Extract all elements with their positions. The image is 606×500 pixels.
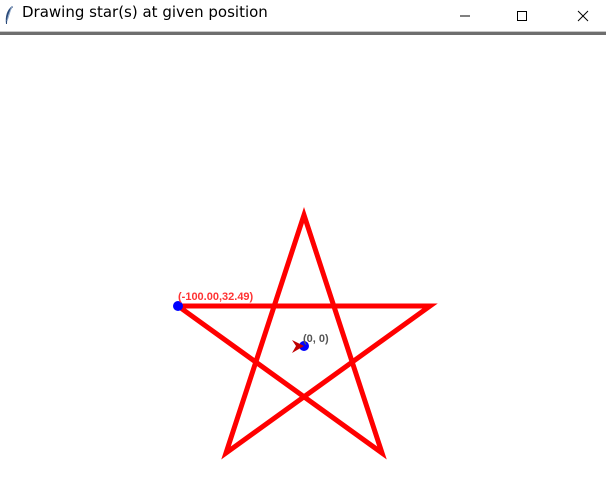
start-point-label: (-100.00,32.49) (178, 291, 254, 303)
window-title: Drawing star(s) at given position (22, 3, 268, 21)
title-bar[interactable]: Drawing star(s) at given position (0, 0, 606, 31)
maximize-button[interactable] (499, 0, 545, 31)
minimize-icon (460, 15, 470, 16)
canvas-svg: (-100.00,32.49) (0, 0) (173, 206, 438, 460)
origin-label: (0, 0) (303, 333, 329, 345)
feather-icon (4, 5, 14, 25)
drawing-canvas[interactable]: (-100.00,32.49) (0, 0) (0, 35, 606, 500)
maximize-icon (517, 10, 527, 21)
close-icon (577, 10, 589, 21)
close-button[interactable] (560, 0, 606, 31)
minimize-button[interactable] (442, 0, 488, 31)
